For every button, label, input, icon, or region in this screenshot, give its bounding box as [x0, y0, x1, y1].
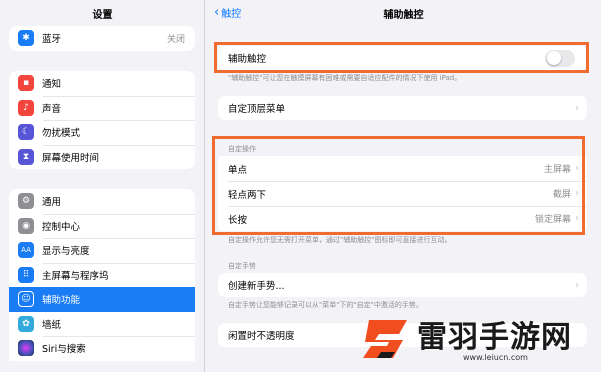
action-value: 截屏	[552, 190, 571, 200]
custom-action-single-tap[interactable]: 单点 主屏幕 ›	[218, 156, 587, 181]
sidebar-item-label: 屏幕使用时间	[42, 152, 100, 164]
sidebar-item-label: 辅助功能	[42, 295, 81, 307]
sidebar-item-label: 主屏幕与程序坞	[42, 270, 109, 282]
sidebar-item-screen-time[interactable]: ⧗ 屏幕使用时间	[9, 144, 195, 170]
chevron-right-icon: ›	[575, 163, 579, 174]
sidebar-item-label: 控制中心	[42, 221, 81, 233]
action-label: 单点	[228, 164, 248, 176]
sidebar-item-do-not-disturb[interactable]: ☾ 勿扰模式	[9, 120, 195, 145]
action-label: 长按	[228, 214, 248, 226]
sidebar-item-label: 通知	[42, 79, 62, 91]
chevron-right-icon: ›	[575, 102, 579, 114]
action-label: 轻点两下	[228, 189, 267, 201]
custom-action-double-tap[interactable]: 轻点两下 截屏 ›	[218, 181, 587, 206]
custom-actions-note: 自定操作允许您无需打开菜单，通过"辅助触控"图标即可直接进行互动。	[228, 236, 452, 244]
settings-sidebar: 设置 ✱ 蓝牙 关闭 ▪ 通知 ♪ 声音 ☾ 勿扰模式 ⧗ 屏幕使用时间 ⚙ 通…	[0, 0, 205, 372]
sidebar-item-display-brightness[interactable]: AA 显示与亮度	[9, 238, 195, 263]
moon-icon: ☾	[18, 124, 34, 141]
create-gesture-row[interactable]: 创建新手势... ›	[218, 273, 587, 297]
watermark: 雷羽手游网 www.leiucn.com	[355, 296, 601, 372]
siri-icon	[18, 340, 34, 357]
custom-top-menu-row[interactable]: 自定顶层菜单 ›	[218, 96, 587, 120]
wallpaper-icon: ✿	[18, 315, 34, 332]
bluetooth-icon: ✱	[18, 30, 34, 47]
custom-gestures-header: 自定手势	[228, 262, 256, 270]
page-title: 辅助触控	[383, 10, 424, 21]
sidebar-item-label: Siri与搜索	[42, 344, 86, 356]
sidebar-group-connectivity: ✱ 蓝牙 关闭	[9, 26, 195, 51]
sidebar-item-siri-search[interactable]: Siri与搜索	[9, 336, 195, 361]
sidebar-item-label: 通用	[42, 197, 62, 209]
sidebar-item-label: 勿扰模式	[42, 128, 81, 140]
sound-icon: ♪	[18, 99, 34, 116]
chevron-right-icon: ›	[575, 188, 579, 199]
action-value: 主屏幕	[543, 165, 571, 175]
sidebar-item-label: 声音	[42, 103, 62, 115]
sidebar-item-accessibility[interactable]: ☺ 辅助功能	[9, 287, 195, 312]
assistive-touch-note: "辅助触控"可让您在触摸屏幕有困难或需要自适应配件的情况下使用 iPad。	[228, 74, 462, 82]
watermark-url: www.leiucn.com	[463, 353, 528, 362]
idle-opacity-label: 闲置时不透明度	[228, 331, 295, 342]
notification-icon: ▪	[18, 75, 34, 92]
sidebar-item-home-screen-dock[interactable]: ⠿ 主屏幕与程序坞	[9, 262, 195, 288]
sidebar-item-label: 墙纸	[42, 319, 62, 331]
accessibility-icon: ☺	[18, 291, 34, 308]
control-center-icon: ◉	[18, 217, 34, 234]
custom-top-menu-card: 自定顶层菜单 ›	[218, 96, 587, 120]
assistive-touch-card: 辅助触控	[218, 46, 587, 70]
assistive-touch-toggle[interactable]	[545, 49, 575, 67]
assistive-touch-row: 辅助触控	[218, 46, 587, 70]
custom-actions-header: 自定操作	[228, 145, 256, 153]
home-screen-icon: ⠿	[18, 266, 34, 283]
sidebar-item-control-center[interactable]: ◉ 控制中心	[9, 213, 195, 239]
custom-actions-card: 单点 主屏幕 › 轻点两下 截屏 › 长按 锁定屏幕 ›	[218, 156, 587, 231]
toggle-knob	[546, 51, 561, 65]
custom-top-menu-label: 自定顶层菜单	[228, 104, 286, 115]
sidebar-item-sound[interactable]: ♪ 声音	[9, 95, 195, 121]
watermark-logo-icon	[363, 320, 407, 358]
sidebar-item-wallpaper[interactable]: ✿ 墙纸	[9, 312, 195, 337]
chevron-right-icon: ›	[575, 213, 579, 224]
sidebar-item-notifications[interactable]: ▪ 通知	[9, 71, 195, 96]
custom-action-long-press[interactable]: 长按 锁定屏幕 ›	[218, 206, 587, 231]
sidebar-title: 设置	[92, 10, 113, 21]
sidebar-item-bluetooth[interactable]: ✱ 蓝牙 关闭	[9, 26, 195, 51]
sidebar-group-notifications: ▪ 通知 ♪ 声音 ☾ 勿扰模式 ⧗ 屏幕使用时间	[9, 71, 195, 169]
gear-icon: ⚙	[18, 193, 34, 210]
sidebar-item-label: 蓝牙	[42, 34, 62, 46]
chevron-right-icon: ›	[575, 279, 579, 291]
sidebar-item-general[interactable]: ⚙ 通用	[9, 189, 195, 214]
action-value: 锁定屏幕	[534, 215, 571, 225]
assistive-touch-label: 辅助触控	[228, 54, 267, 65]
display-brightness-icon: AA	[18, 242, 34, 259]
custom-gestures-card: 创建新手势... ›	[218, 273, 587, 297]
sidebar-item-label: 显示与亮度	[42, 246, 90, 258]
sidebar-item-value: 关闭	[166, 34, 185, 45]
hourglass-icon: ⧗	[18, 148, 34, 165]
create-gesture-label: 创建新手势...	[228, 281, 285, 292]
watermark-text: 雷羽手游网	[417, 320, 572, 355]
sidebar-group-general: ⚙ 通用 ◉ 控制中心 AA 显示与亮度 ⠿ 主屏幕与程序坞 ☺ 辅助功能 ✿ …	[9, 189, 195, 361]
